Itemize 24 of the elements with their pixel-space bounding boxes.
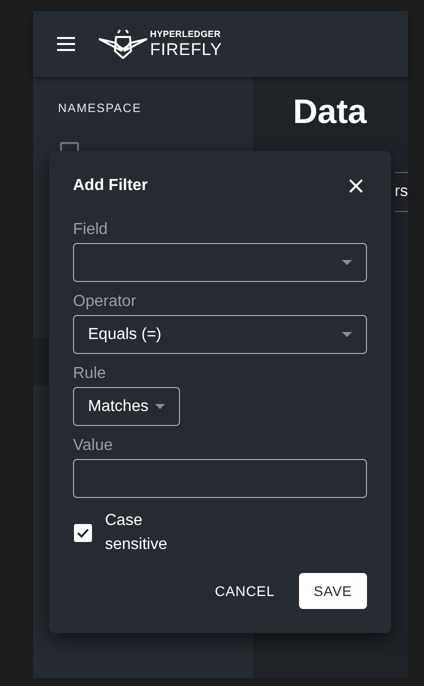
bee-logo-icon: [98, 29, 148, 59]
field-label: Operator: [73, 293, 136, 311]
dropdown[interactable]: [73, 243, 367, 282]
dropdown[interactable]: Equals (=): [73, 315, 367, 354]
sidebar-heading: NAMESPACE: [58, 101, 142, 115]
input-field[interactable]: [73, 459, 367, 498]
caret-icon: [342, 332, 352, 337]
tab[interactable]: rs: [394, 172, 408, 212]
field-label: Field: [73, 221, 108, 239]
page-title: Data: [293, 93, 367, 132]
dropdown[interactable]: Matches: [73, 387, 180, 426]
caret-icon: [342, 260, 352, 265]
close-icon[interactable]: [349, 179, 363, 193]
cancel-button[interactable]: CANCEL: [206, 573, 283, 609]
checkbox-label: Case sensitive: [105, 511, 168, 555]
checkbox[interactable]: [74, 524, 92, 542]
dialog-title: Add Filter: [73, 177, 148, 195]
save-button[interactable]: SAVE: [298, 573, 367, 609]
field-label: Value: [73, 437, 113, 455]
logo-title: FIREFLY: [150, 41, 222, 58]
logo-subtitle: HYPERLEDGER: [150, 30, 222, 39]
field-label: Rule: [73, 365, 106, 383]
caret-icon: [155, 404, 165, 409]
menu-icon[interactable]: [57, 37, 75, 51]
